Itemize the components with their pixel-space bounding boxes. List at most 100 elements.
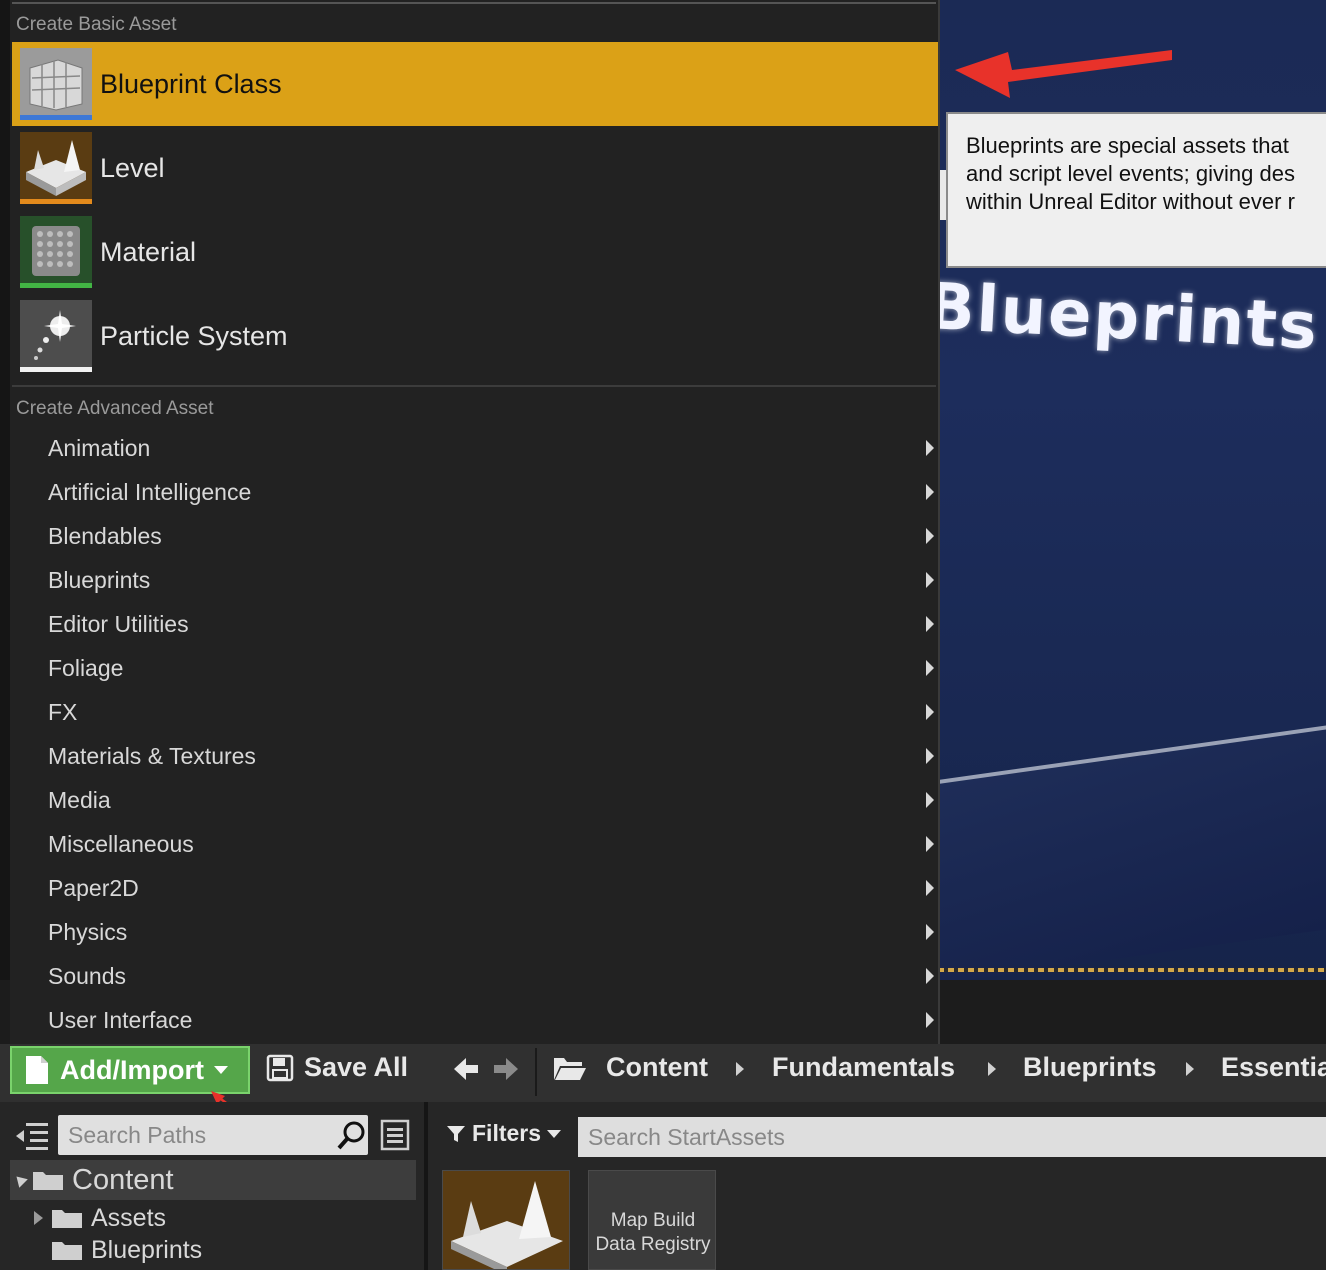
menu-item-fx[interactable]: FX — [12, 690, 938, 734]
menu-item-miscellaneous[interactable]: Miscellaneous — [12, 822, 938, 866]
viewport-sign-text: Blueprints in — [938, 270, 1326, 369]
menu-item-artificial-intelligence[interactable]: Artificial Intelligence — [12, 470, 938, 514]
menu-item-label: User Interface — [48, 1006, 193, 1033]
menu-item-label: Level — [100, 152, 165, 183]
menu-item-blueprint-class[interactable]: Blueprint Class — [12, 42, 938, 126]
menu-item-foliage[interactable]: Foliage — [12, 646, 938, 690]
breadcrumb-separator-icon[interactable] — [1186, 1062, 1194, 1076]
menu-item-physics[interactable]: Physics — [12, 910, 938, 954]
menu-item-material[interactable]: Material — [12, 210, 938, 294]
menu-section-divider — [12, 385, 936, 387]
breadcrumb-separator-icon[interactable] — [736, 1062, 744, 1076]
menu-item-blueprints[interactable]: Blueprints — [12, 558, 938, 602]
asset-tile-label: Map Build Data Registry — [589, 1209, 715, 1257]
menu-item-label: Physics — [48, 918, 128, 945]
material-icon — [20, 216, 92, 288]
search-paths-input[interactable]: Search Paths — [58, 1115, 368, 1155]
tree-item-label: Blueprints — [91, 1235, 203, 1264]
menu-item-label: Blueprints — [48, 566, 151, 593]
chevron-down-icon — [213, 1066, 228, 1074]
tree-expanded-arrow-icon[interactable] — [12, 1172, 28, 1188]
breadcrumb-fundamentals[interactable]: Fundamentals — [772, 1052, 955, 1083]
menu-item-label: Foliage — [48, 654, 124, 681]
tooltip-line: Blueprints are special assets that — [966, 133, 1289, 158]
open-folder-icon — [554, 1058, 586, 1080]
tree-item-assets[interactable]: Assets — [34, 1204, 166, 1232]
submenu-arrow-icon — [926, 968, 934, 984]
menu-item-editor-utilities[interactable]: Editor Utilities — [12, 602, 938, 646]
back-arrow-icon[interactable] — [452, 1056, 480, 1082]
menu-item-label: Materials & Textures — [48, 742, 256, 769]
submenu-arrow-icon — [926, 660, 934, 676]
submenu-arrow-icon — [926, 440, 934, 456]
filters-button[interactable]: Filters — [446, 1120, 562, 1147]
submenu-arrow-icon — [926, 1012, 934, 1028]
menu-item-label: FX — [48, 698, 78, 725]
create-advanced-asset-heading: Create Advanced Asset — [16, 398, 214, 419]
chevron-down-icon — [547, 1129, 562, 1138]
submenu-arrow-icon — [926, 748, 934, 764]
submenu-arrow-icon — [926, 792, 934, 808]
add-import-dropdown-menu: Create Basic Asset Blueprint Class Level… — [10, 0, 940, 1044]
folder-icon — [52, 1242, 82, 1260]
red-arrow-annotation-icon — [955, 50, 1172, 98]
menu-item-label: Blendables — [48, 522, 162, 549]
tooltip-line: within Unreal Editor without ever r — [966, 189, 1295, 214]
asset-tile-level[interactable] — [442, 1170, 570, 1270]
blueprint-class-tooltip: Blueprints are special assets that and s… — [946, 112, 1326, 268]
asset-tile-map-build-data-registry[interactable]: Map Build Data Registry — [588, 1170, 716, 1270]
submenu-arrow-icon — [926, 528, 934, 544]
menu-item-level[interactable]: Level — [12, 126, 938, 210]
asset-tile-label-line: Data Registry — [595, 1234, 711, 1255]
tree-collapsed-arrow-icon[interactable] — [34, 1211, 43, 1225]
save-all-button[interactable]: Save All — [304, 1052, 408, 1083]
tree-item-label: Content — [72, 1163, 174, 1196]
breadcrumb-content[interactable]: Content — [606, 1052, 708, 1083]
breadcrumb-separator-icon[interactable] — [988, 1062, 996, 1076]
menu-item-label: Paper2D — [48, 874, 139, 901]
menu-item-label: Sounds — [48, 962, 127, 989]
menu-item-paper2d[interactable]: Paper2D — [12, 866, 938, 910]
create-basic-asset-heading: Create Basic Asset — [16, 14, 177, 35]
asset-type-bar — [20, 199, 92, 204]
menu-item-blendables[interactable]: Blendables — [12, 514, 938, 558]
search-icon[interactable] — [336, 1119, 368, 1151]
tree-item-blueprints[interactable]: Blueprints — [51, 1236, 202, 1264]
menu-item-materials-textures[interactable]: Materials & Textures — [12, 734, 938, 778]
search-assets-input[interactable]: Search StartAssets — [578, 1117, 1326, 1157]
forward-arrow-icon[interactable] — [492, 1056, 520, 1082]
submenu-arrow-icon — [926, 484, 934, 500]
viewport-floor — [938, 725, 1326, 980]
asset-type-bar — [20, 283, 92, 288]
menu-item-media[interactable]: Media — [12, 778, 938, 822]
toggle-sources-icon[interactable] — [14, 1120, 50, 1152]
menu-item-particle-system[interactable]: Particle System — [12, 294, 938, 378]
tree-item-label: Assets — [91, 1203, 167, 1232]
menu-item-sounds[interactable]: Sounds — [12, 954, 938, 998]
filter-icon — [447, 1125, 465, 1142]
add-import-label: Add/Import — [60, 1054, 204, 1085]
tree-item-content[interactable]: Content — [10, 1160, 416, 1200]
tooltip-line: and script level events; giving des — [966, 161, 1295, 186]
toolbar-separator — [535, 1048, 537, 1096]
menu-item-label: Editor Utilities — [48, 610, 189, 637]
menu-item-animation[interactable]: Animation — [12, 426, 938, 470]
add-import-button[interactable]: Add/Import — [10, 1046, 250, 1094]
asset-type-bar — [20, 115, 92, 120]
filters-label: Filters — [472, 1120, 542, 1146]
level-asset-thumbnail-icon — [443, 1171, 569, 1269]
level-icon — [20, 132, 92, 204]
folder-icon — [33, 1172, 63, 1190]
menu-item-user-interface[interactable]: User Interface — [12, 998, 938, 1042]
view-options-icon[interactable] — [380, 1119, 410, 1151]
breadcrumb-essentials[interactable]: Essentia — [1221, 1052, 1326, 1083]
submenu-arrow-icon — [926, 924, 934, 940]
save-icon — [266, 1054, 294, 1082]
menu-top-divider — [12, 2, 936, 4]
menu-item-label: Miscellaneous — [48, 830, 194, 857]
submenu-arrow-icon — [926, 572, 934, 588]
asset-tile-label-line: Map Build — [610, 1210, 696, 1231]
breadcrumb-blueprints[interactable]: Blueprints — [1023, 1052, 1157, 1083]
submenu-arrow-icon — [926, 880, 934, 896]
new-document-icon — [26, 1056, 48, 1084]
